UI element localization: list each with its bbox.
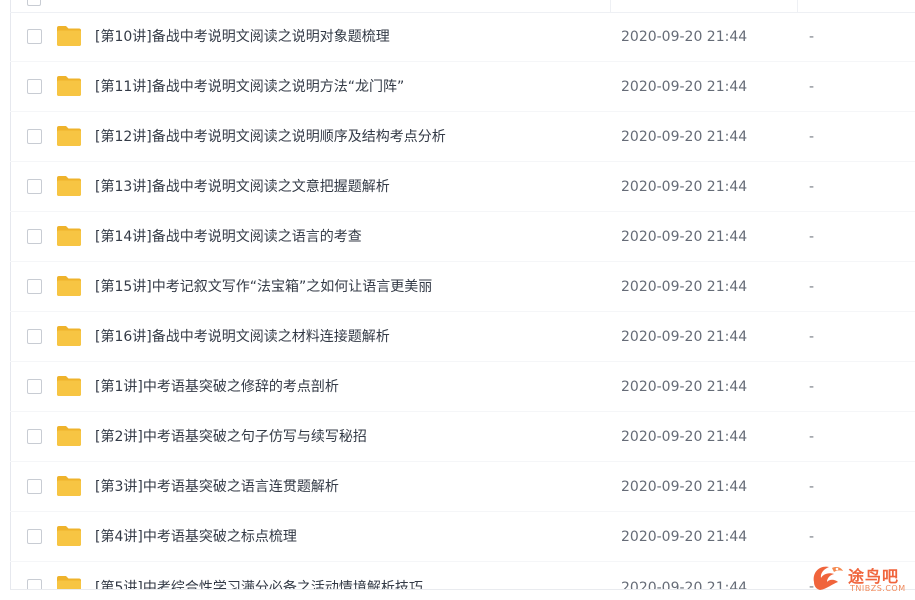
modified-date: 2020-09-20 21:44 [621, 229, 748, 245]
folder-icon [57, 376, 81, 396]
file-row[interactable]: [第12讲]备战中考说明文阅读之说明顺序及结构考点分析 2020-09-20 21… [10, 112, 915, 162]
file-name[interactable]: [第12讲]备战中考说明文阅读之说明顺序及结构考点分析 [95, 127, 446, 147]
file-name[interactable]: [第2讲]中考语基突破之句子仿写与续写秘招 [95, 427, 367, 447]
column-divider [797, 0, 798, 12]
folder-icon [57, 76, 81, 96]
modified-date: 2020-09-20 21:44 [621, 29, 748, 45]
bird-logo-icon [813, 566, 843, 590]
file-row[interactable]: [第3讲]中考语基突破之语言连贯题解析 2020-09-20 21:44 - [10, 462, 915, 512]
file-size: - [809, 179, 815, 195]
row-checkbox[interactable] [27, 379, 42, 394]
folder-icon [57, 276, 81, 296]
file-size: - [809, 129, 815, 145]
file-row[interactable]: [第1讲]中考语基突破之修辞的考点剖析 2020-09-20 21:44 - [10, 362, 915, 412]
file-row[interactable]: [第15讲]中考记叙文写作“法宝箱”之如何让语言更美丽 2020-09-20 21… [10, 262, 915, 312]
file-row[interactable]: [第16讲]备战中考说明文阅读之材料连接题解析 2020-09-20 21:44 - [10, 312, 915, 362]
file-browser: [第10讲]备战中考说明文阅读之说明对象题梳理 2020-09-20 21:44 -… [0, 0, 915, 600]
file-row[interactable]: [第4讲]中考语基突破之标点梳理 2020-09-20 21:44 - [10, 512, 915, 562]
row-checkbox[interactable] [27, 479, 42, 494]
file-name[interactable]: [第10讲]备战中考说明文阅读之说明对象题梳理 [95, 27, 390, 47]
row-checkbox[interactable] [27, 129, 42, 144]
row-checkbox[interactable] [27, 179, 42, 194]
modified-date: 2020-09-20 21:44 [621, 429, 748, 445]
file-name[interactable]: [第4讲]中考语基突破之标点梳理 [95, 527, 297, 547]
file-size: - [809, 29, 815, 45]
folder-icon [57, 176, 81, 196]
watermark-subtext: TNIBZS.COM [850, 584, 906, 593]
file-name[interactable]: [第3讲]中考语基突破之语言连贯题解析 [95, 477, 339, 497]
file-size: - [809, 229, 815, 245]
horizontal-scrollbar[interactable] [10, 589, 915, 600]
file-row[interactable]: [第2讲]中考语基突破之句子仿写与续写秘招 2020-09-20 21:44 - [10, 412, 915, 462]
file-size: - [809, 429, 815, 445]
file-name[interactable]: [第15讲]中考记叙文写作“法宝箱”之如何让语言更美丽 [95, 277, 432, 297]
file-name[interactable]: [第11讲]备战中考说明文阅读之说明方法“龙门阵” [95, 77, 404, 97]
folder-icon [57, 526, 81, 546]
folder-icon [57, 476, 81, 496]
file-size: - [809, 279, 815, 295]
file-name[interactable]: [第14讲]备战中考说明文阅读之语言的考查 [95, 227, 362, 247]
folder-icon [57, 26, 81, 46]
file-size: - [809, 379, 815, 395]
watermark: 途鸟吧 TNIBZS.COM [810, 560, 912, 598]
row-checkbox[interactable] [27, 79, 42, 94]
row-checkbox[interactable] [27, 529, 42, 544]
file-row[interactable]: [第13讲]备战中考说明文阅读之文意把握题解析 2020-09-20 21:44 - [10, 162, 915, 212]
modified-date: 2020-09-20 21:44 [621, 479, 748, 495]
file-size: - [809, 479, 815, 495]
file-name[interactable]: [第13讲]备战中考说明文阅读之文意把握题解析 [95, 177, 390, 197]
modified-date: 2020-09-20 21:44 [621, 379, 748, 395]
folder-icon [57, 126, 81, 146]
column-divider [610, 0, 611, 12]
file-size: - [809, 329, 815, 345]
file-list: [第10讲]备战中考说明文阅读之说明对象题梳理 2020-09-20 21:44 -… [10, 12, 915, 600]
folder-icon [57, 426, 81, 446]
folder-icon [57, 326, 81, 346]
file-row[interactable]: [第10讲]备战中考说明文阅读之说明对象题梳理 2020-09-20 21:44 - [10, 12, 915, 62]
modified-date: 2020-09-20 21:44 [621, 329, 748, 345]
row-checkbox[interactable] [27, 229, 42, 244]
row-checkbox[interactable] [27, 29, 42, 44]
file-row[interactable]: [第14讲]备战中考说明文阅读之语言的考查 2020-09-20 21:44 - [10, 212, 915, 262]
modified-date: 2020-09-20 21:44 [621, 279, 748, 295]
file-name[interactable]: [第1讲]中考语基突破之修辞的考点剖析 [95, 377, 339, 397]
file-size: - [809, 529, 815, 545]
file-row[interactable]: [第11讲]备战中考说明文阅读之说明方法“龙门阵” 2020-09-20 21:4… [10, 62, 915, 112]
file-name[interactable]: [第16讲]备战中考说明文阅读之材料连接题解析 [95, 327, 390, 347]
row-checkbox[interactable] [27, 279, 42, 294]
folder-icon [57, 226, 81, 246]
select-all-checkbox[interactable] [27, 0, 41, 6]
modified-date: 2020-09-20 21:44 [621, 179, 748, 195]
modified-date: 2020-09-20 21:44 [621, 79, 748, 95]
modified-date: 2020-09-20 21:44 [621, 129, 748, 145]
file-size: - [809, 79, 815, 95]
modified-date: 2020-09-20 21:44 [621, 529, 748, 545]
row-checkbox[interactable] [27, 329, 42, 344]
row-checkbox[interactable] [27, 429, 42, 444]
